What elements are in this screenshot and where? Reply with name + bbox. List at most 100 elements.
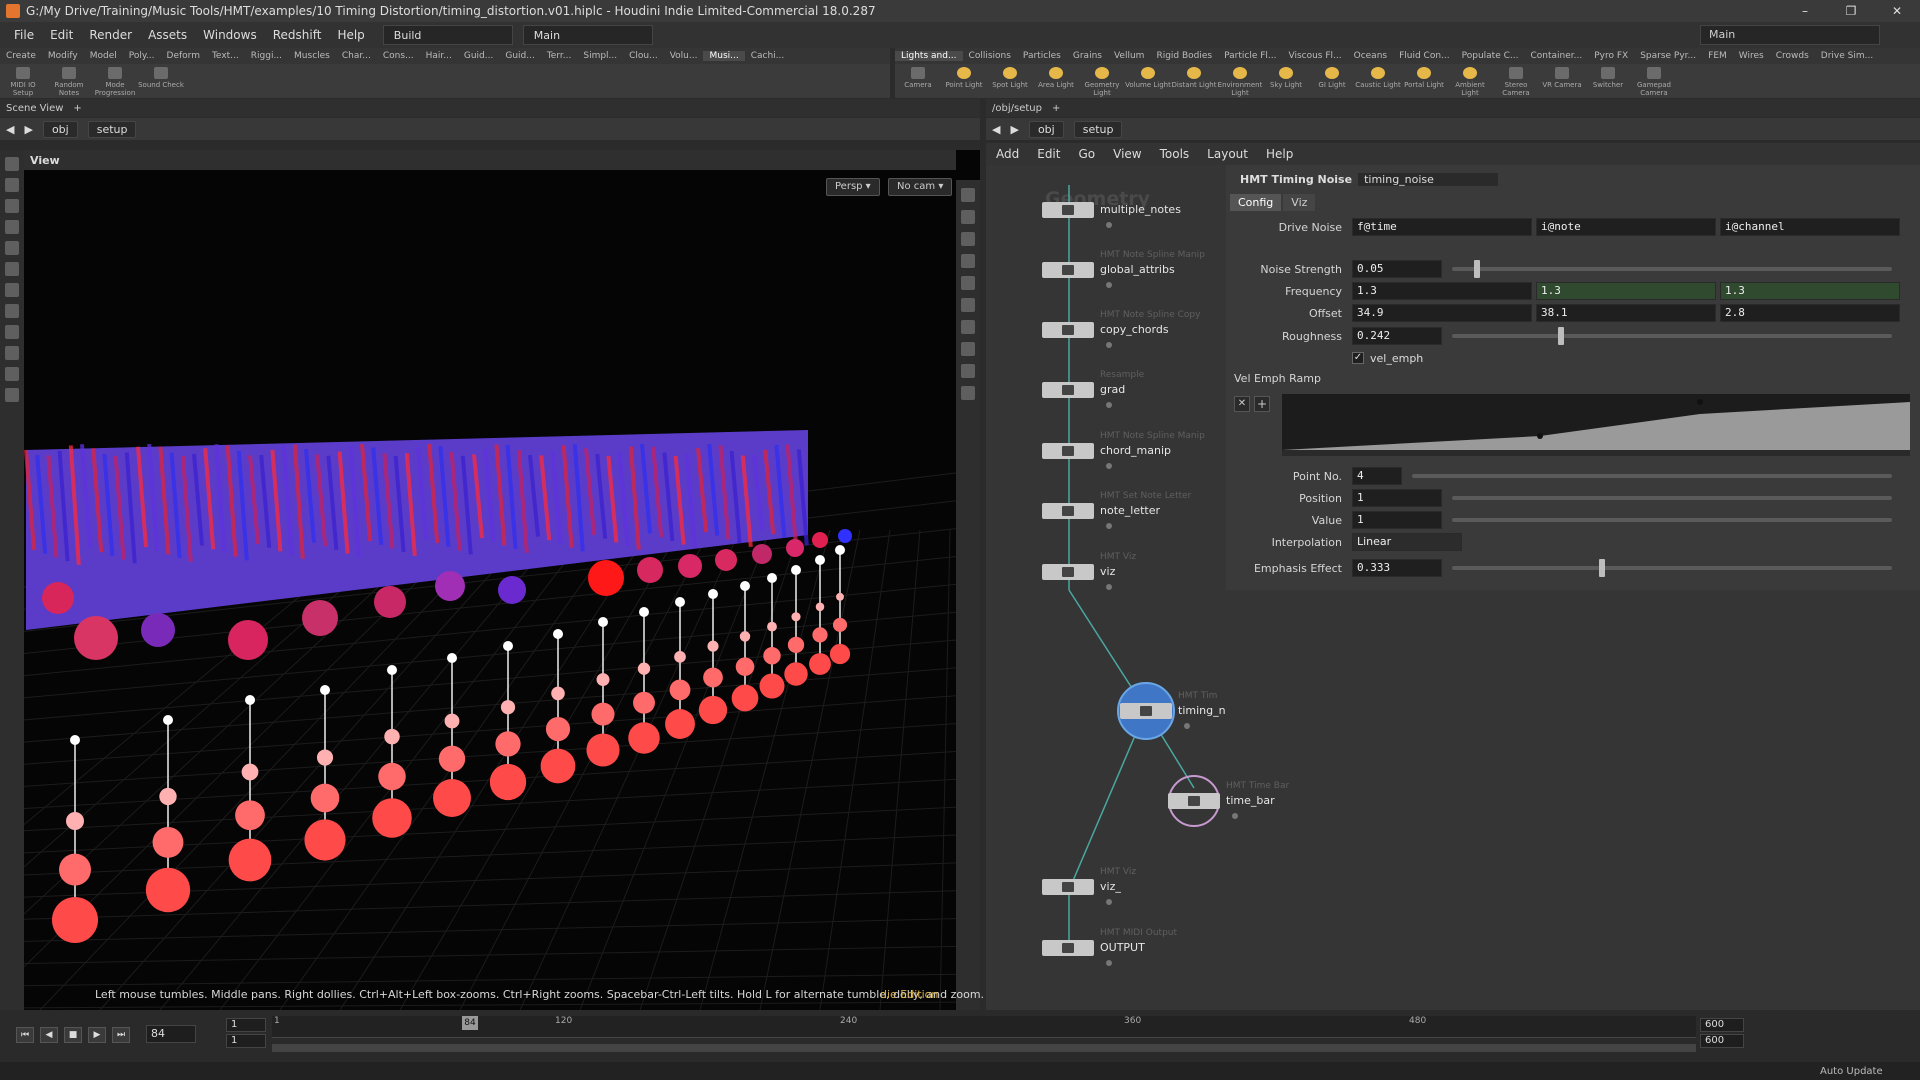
end-frame-field[interactable]: 600: [1700, 1018, 1744, 1032]
grid-icon[interactable]: [961, 364, 975, 378]
handle-tool-icon[interactable]: [5, 241, 19, 255]
maximize-icon[interactable]: ❐: [1828, 0, 1874, 22]
net-menu-edit[interactable]: Edit: [1037, 147, 1060, 161]
shelf-tab[interactable]: Particles: [1017, 51, 1067, 61]
timeline-cursor[interactable]: 84: [462, 1016, 478, 1030]
back-arrow-icon[interactable]: ◀: [6, 123, 14, 136]
path-setup[interactable]: setup: [87, 120, 137, 138]
midi-io-setup-tool[interactable]: MIDI IO Setup: [0, 64, 46, 97]
scale-tool-icon[interactable]: [5, 220, 19, 234]
noise-strength-field[interactable]: 0.05: [1352, 260, 1442, 278]
shelf-tab[interactable]: Wires: [1733, 51, 1770, 61]
camera-tool[interactable]: Camera: [895, 64, 941, 89]
pose-tool-icon[interactable]: [5, 262, 19, 276]
slider-knob[interactable]: [1558, 327, 1565, 345]
value-slider[interactable]: [1452, 518, 1892, 522]
tab-scene-view[interactable]: Scene View: [6, 103, 63, 114]
shelf-tab[interactable]: FEM: [1702, 51, 1733, 61]
tab-config[interactable]: Config: [1230, 194, 1282, 211]
ramp-point[interactable]: [1537, 433, 1543, 439]
rotate-tool-icon[interactable]: [5, 199, 19, 213]
vel-emph-ramp[interactable]: [1282, 394, 1910, 450]
emphasis-effect-field[interactable]: 0.333: [1352, 559, 1442, 577]
close-icon[interactable]: ✕: [1874, 0, 1920, 22]
start-frame-field-2[interactable]: 1: [226, 1034, 266, 1048]
vel-emph-checkbox[interactable]: ✓: [1352, 352, 1364, 364]
brush-tool-icon[interactable]: [5, 325, 19, 339]
path-obj[interactable]: obj: [42, 120, 78, 138]
vr-camera-tool[interactable]: VR Camera: [1539, 64, 1585, 89]
volume-light-tool[interactable]: Volume Light: [1125, 64, 1171, 89]
caustic-light-tool[interactable]: Caustic Light: [1355, 64, 1401, 89]
camera-tool-icon[interactable]: [5, 388, 19, 402]
emphasis-effect-slider[interactable]: [1452, 559, 1892, 577]
timeline-range-bar[interactable]: [272, 1044, 1696, 1052]
menu-render[interactable]: Render: [81, 28, 140, 42]
slider-knob[interactable]: [1474, 260, 1480, 278]
shelf-tab[interactable]: Create: [0, 51, 42, 61]
shelf-tab[interactable]: Grains: [1067, 51, 1108, 61]
shelf-tab[interactable]: Pyro FX: [1588, 51, 1634, 61]
point-light-tool[interactable]: Point Light: [941, 64, 987, 89]
background-icon[interactable]: [961, 386, 975, 400]
spot-light-tool[interactable]: Spot Light: [987, 64, 1033, 89]
distant-light-tool[interactable]: Distant Light: [1171, 64, 1217, 89]
drive-noise-field-2[interactable]: i@note: [1536, 218, 1716, 236]
add-tab-icon[interactable]: +: [73, 103, 81, 114]
switcher-tool[interactable]: Switcher: [1585, 64, 1631, 89]
position-field[interactable]: 1: [1352, 489, 1442, 507]
node-viz[interactable]: HMT Viz viz: [1042, 552, 1136, 590]
shelf-tab[interactable]: Hair...: [420, 51, 458, 61]
normals-icon[interactable]: [961, 276, 975, 290]
environment-light-tool[interactable]: Environment Light: [1217, 64, 1263, 97]
net-menu-view[interactable]: View: [1113, 147, 1141, 161]
shelf-tab[interactable]: Guid...: [499, 51, 540, 61]
geometry-light-tool[interactable]: Geometry Light: [1079, 64, 1125, 97]
jump-start-icon[interactable]: ⏮: [16, 1027, 34, 1043]
node-copy-chords[interactable]: HMT Note Spline Copy copy_chords: [1042, 310, 1200, 348]
ramp-point[interactable]: [1697, 399, 1703, 405]
position-slider[interactable]: [1452, 496, 1892, 500]
shelf-tab[interactable]: Volu...: [664, 51, 704, 61]
path-setup[interactable]: setup: [1073, 120, 1123, 138]
shelf-tab-lights[interactable]: Lights and...: [895, 51, 963, 61]
shelf-tab[interactable]: Particle Fl...: [1218, 51, 1282, 61]
shelf-tab[interactable]: Poly...: [123, 51, 161, 61]
shelf-tab[interactable]: Text...: [206, 51, 245, 61]
shelf-tab[interactable]: Populate C...: [1456, 51, 1525, 61]
random-notes-tool[interactable]: Random Notes: [46, 64, 92, 97]
shelf-tab[interactable]: Container...: [1524, 51, 1588, 61]
mode-progression-tool[interactable]: Mode Progression: [92, 64, 138, 97]
desktop2-dropdown[interactable]: Main: [522, 25, 653, 45]
main-dropdown[interactable]: Main: [1700, 25, 1880, 45]
node-time-bar[interactable]: HMT Time Bar time_bar: [1168, 781, 1289, 819]
point-no-slider[interactable]: [1412, 474, 1892, 478]
roughness-field[interactable]: 0.242: [1352, 327, 1442, 345]
shelf-tab[interactable]: Cachi...: [745, 51, 791, 61]
select-tool-icon[interactable]: [5, 157, 19, 171]
gamepad-camera-tool[interactable]: Gamepad Camera: [1631, 64, 1677, 97]
node-multiple-notes[interactable]: multiple_notes: [1042, 202, 1181, 228]
sound-check-tool[interactable]: Sound Check: [138, 64, 184, 89]
light-tool-icon[interactable]: [5, 367, 19, 381]
node-note-letter[interactable]: HMT Set Note Letter note_letter: [1042, 491, 1191, 529]
shelf-tab[interactable]: Vellum: [1108, 51, 1150, 61]
forward-arrow-icon[interactable]: ▶: [1010, 123, 1018, 136]
offset-z-field[interactable]: 2.8: [1720, 304, 1900, 322]
ramp-remove-icon[interactable]: ✕: [1234, 396, 1250, 412]
interpolation-dropdown[interactable]: Linear: [1352, 533, 1462, 551]
start-frame-field[interactable]: 1: [226, 1018, 266, 1032]
shelf-tab[interactable]: Model: [84, 51, 123, 61]
shelf-tab[interactable]: Char...: [336, 51, 377, 61]
camera-dropdown[interactable]: No cam ▾: [888, 178, 953, 196]
wireframe-icon[interactable]: [961, 320, 975, 334]
node-viz-2[interactable]: HMT Viz viz_: [1042, 867, 1136, 905]
persp-dropdown[interactable]: Persp ▾: [826, 178, 880, 196]
shelf-tab[interactable]: Simpl...: [577, 51, 623, 61]
display-options-icon[interactable]: [961, 188, 975, 202]
slider-knob[interactable]: [1598, 559, 1605, 577]
shelf-tab[interactable]: Modify: [42, 51, 84, 61]
shelf-tab[interactable]: Terr...: [541, 51, 578, 61]
net-menu-help[interactable]: Help: [1266, 147, 1293, 161]
portal-light-tool[interactable]: Portal Light: [1401, 64, 1447, 89]
